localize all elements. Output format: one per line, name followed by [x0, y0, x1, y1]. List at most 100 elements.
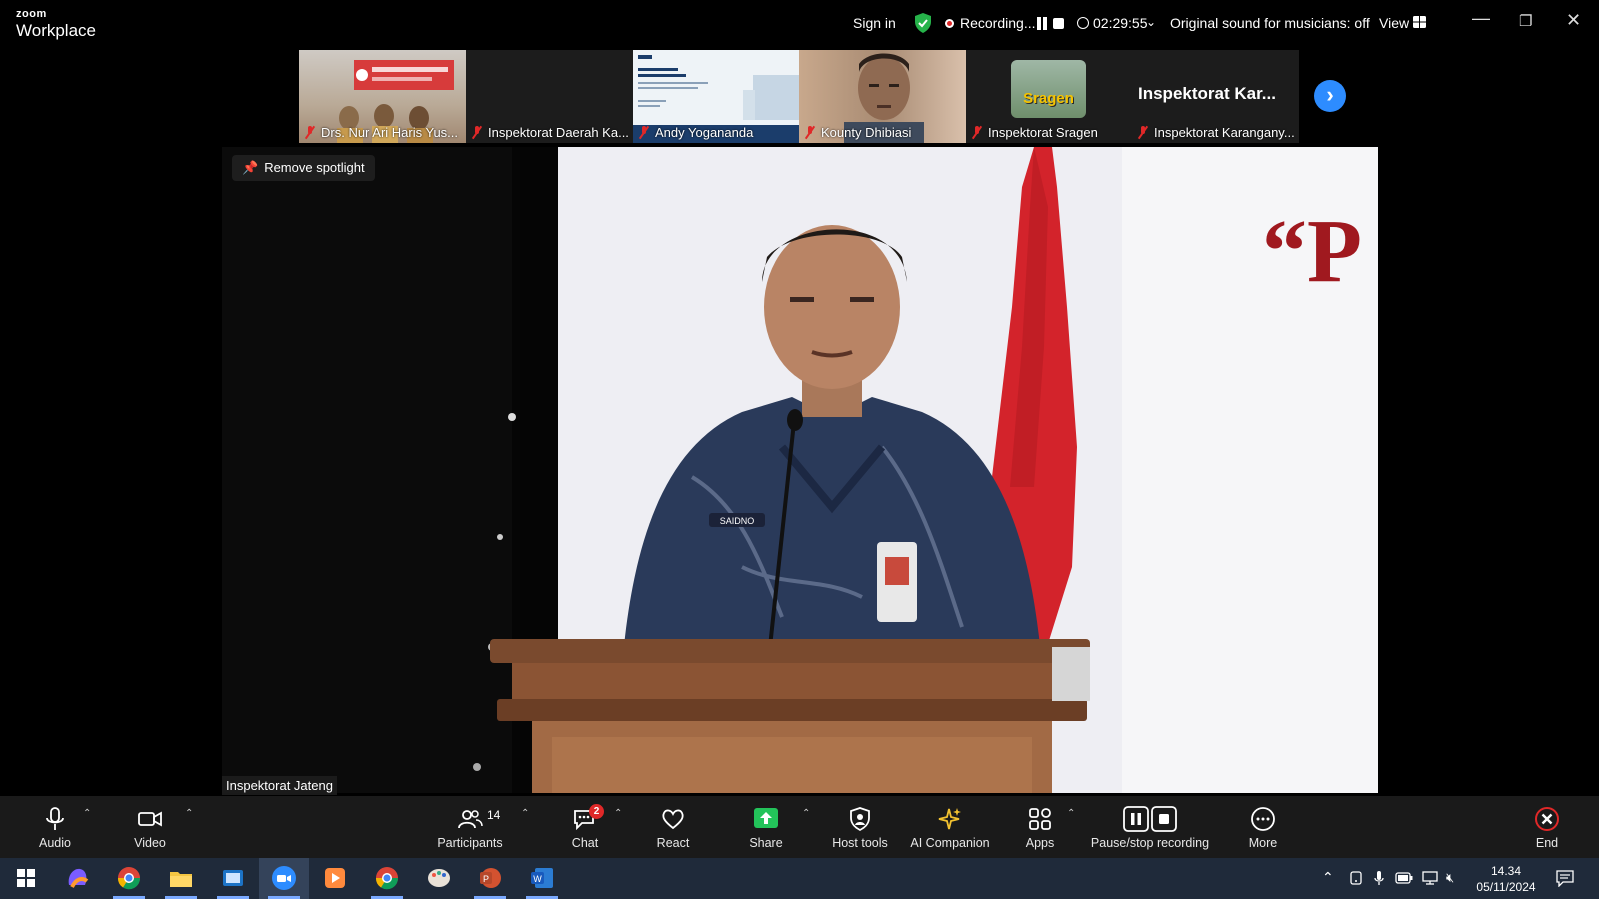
- zoom-icon[interactable]: [271, 865, 297, 891]
- title-bar: zoom Workplace Sign in Recording... 02:2…: [0, 0, 1599, 46]
- paint-icon[interactable]: [426, 865, 452, 891]
- file-explorer-icon[interactable]: [168, 865, 194, 891]
- more-label: More: [1248, 836, 1278, 850]
- outlook-icon[interactable]: [220, 865, 246, 891]
- view-menu[interactable]: View: [1379, 15, 1409, 31]
- recording-status[interactable]: Recording...: [960, 15, 1035, 31]
- audio-button[interactable]: Audio: [30, 796, 80, 858]
- participants-button[interactable]: Participants: [435, 796, 505, 858]
- copilot-icon[interactable]: [64, 865, 90, 891]
- audio-options-caret-icon[interactable]: ⌃: [83, 808, 91, 819]
- ai-companion-label: AI Companion: [910, 836, 990, 850]
- react-button[interactable]: React: [648, 796, 698, 858]
- end-label: End: [1535, 836, 1559, 850]
- host-tools-label: Host tools: [832, 836, 888, 850]
- participant-tile[interactable]: Drs. Nur Ari Haris Yus...: [299, 50, 466, 143]
- spotlight-speaker-name: Inspektorat Jateng: [222, 776, 337, 795]
- participant-tile[interactable]: Sragen Inspektorat Sragen: [966, 50, 1132, 143]
- heart-icon: [662, 809, 684, 830]
- audio-label: Audio: [39, 836, 71, 850]
- participant-name: Andy Yogananda: [639, 125, 753, 140]
- pause-stop-recording-button[interactable]: Pause/stop recording: [1090, 796, 1210, 858]
- share-options-caret-icon[interactable]: ⌃: [802, 808, 810, 819]
- powerpoint-icon[interactable]: P: [477, 865, 503, 891]
- end-meeting-button[interactable]: End: [1522, 796, 1572, 858]
- video-button[interactable]: Video: [125, 796, 175, 858]
- participant-tile[interactable]: Kounty Dhibiasi: [799, 50, 966, 143]
- participant-tile[interactable]: Andy Yogananda: [633, 50, 799, 143]
- security-shield-icon[interactable]: [913, 12, 933, 34]
- share-screen-icon: [754, 808, 778, 828]
- recording-dot-icon: [945, 19, 954, 28]
- share-label: Share: [749, 836, 783, 850]
- stop-recording-icon[interactable]: [1053, 18, 1064, 29]
- sign-in-link[interactable]: Sign in: [853, 15, 896, 31]
- meeting-timer[interactable]: 02:29:55: [1093, 15, 1148, 31]
- zoom-logo: zoom Workplace: [16, 9, 96, 40]
- network-icon[interactable]: [1421, 871, 1439, 885]
- banner-image: [354, 60, 454, 90]
- remove-spotlight-label: Remove spotlight: [264, 160, 365, 175]
- participant-display-name: Inspektorat Kar...: [1138, 84, 1276, 103]
- ai-companion-button[interactable]: AI Companion: [910, 796, 990, 858]
- participant-name: Inspektorat Sragen: [972, 125, 1098, 140]
- start-icon[interactable]: [13, 865, 39, 891]
- share-button[interactable]: Share: [741, 796, 791, 858]
- word-icon[interactable]: W: [529, 865, 555, 891]
- participant-avatar: Sragen: [1011, 60, 1086, 118]
- participant-strip: Drs. Nur Ari Haris Yus... Inspektorat Da…: [299, 50, 1299, 143]
- host-tools-button[interactable]: Host tools: [830, 796, 890, 858]
- more-button[interactable]: More: [1238, 796, 1288, 858]
- svg-text:P: P: [483, 874, 489, 884]
- volume-muted-icon[interactable]: 🔇︎: [1446, 870, 1454, 886]
- notifications-icon[interactable]: [1556, 870, 1574, 887]
- apps-options-caret-icon[interactable]: ⌃: [1067, 808, 1075, 819]
- chat-button[interactable]: Chat: [560, 796, 610, 858]
- restore-icon[interactable]: ❐: [1519, 12, 1532, 30]
- meeting-toolbar: Audio ⌃ Video ⌃ Participants 14 ⌃ Chat 2…: [0, 796, 1599, 858]
- clock-icon: [1077, 17, 1089, 29]
- media-player-icon[interactable]: [322, 865, 348, 891]
- apps-button[interactable]: Apps: [1015, 796, 1065, 858]
- chevron-down-icon[interactable]: ⌄: [1146, 15, 1156, 29]
- microphone-icon: [46, 807, 64, 830]
- remove-spotlight-button[interactable]: 📌 Remove spotlight: [232, 155, 375, 181]
- participant-tile[interactable]: Inspektorat Kar... Inspektorat Karangany…: [1132, 50, 1299, 143]
- participant-name: Drs. Nur Ari Haris Yus...: [305, 125, 458, 140]
- spotlight-video[interactable]: SAIDNO “P: [222, 147, 1378, 793]
- svg-text:W: W: [533, 874, 542, 884]
- chrome-icon[interactable]: [374, 865, 400, 891]
- end-x-icon: [1535, 807, 1559, 831]
- mic-muted-icon: [805, 126, 815, 138]
- participant-tile[interactable]: Inspektorat Daerah Ka...: [466, 50, 633, 143]
- pause-recording-icon[interactable]: [1036, 17, 1048, 30]
- pause-stop-label: Pause/stop recording: [1090, 836, 1210, 850]
- name-tag-text: SAIDNO: [720, 516, 755, 526]
- participant-name: Kounty Dhibiasi: [805, 125, 911, 140]
- minimize-icon[interactable]: —: [1472, 8, 1490, 29]
- avatar-text: Sragen: [1023, 90, 1074, 107]
- device-icon[interactable]: [1349, 871, 1363, 885]
- pause-stop-icon: [1123, 806, 1177, 832]
- logo-workplace-text: Workplace: [16, 21, 96, 40]
- participants-label: Participants: [437, 836, 503, 850]
- next-page-button[interactable]: ›: [1314, 80, 1346, 112]
- chrome-icon[interactable]: [116, 865, 142, 891]
- battery-icon[interactable]: [1395, 872, 1413, 884]
- participants-options-caret-icon[interactable]: ⌃: [521, 808, 529, 819]
- mic-muted-icon: [305, 126, 315, 138]
- microphone-tray-icon[interactable]: [1373, 870, 1385, 886]
- clock[interactable]: 14.34 05/11/2024: [1476, 863, 1536, 895]
- chat-options-caret-icon[interactable]: ⌃: [614, 808, 622, 819]
- chat-unread-badge: 2: [589, 804, 604, 819]
- original-sound-toggle[interactable]: Original sound for musicians: off: [1170, 15, 1370, 31]
- video-options-caret-icon[interactable]: ⌃: [185, 808, 193, 819]
- grid-view-icon[interactable]: [1413, 16, 1426, 28]
- show-hidden-icons-chevron-icon[interactable]: ⌃: [1322, 869, 1334, 886]
- speaker-video-image: SAIDNO: [222, 147, 1378, 793]
- pin-icon: 📌: [242, 160, 259, 175]
- close-icon[interactable]: ✕: [1566, 10, 1581, 31]
- react-label: React: [656, 836, 690, 850]
- windows-taskbar: P W ⌃ 🔇︎ 14.34 05/11/2024: [0, 858, 1599, 899]
- chevron-right-icon: ›: [1326, 82, 1334, 107]
